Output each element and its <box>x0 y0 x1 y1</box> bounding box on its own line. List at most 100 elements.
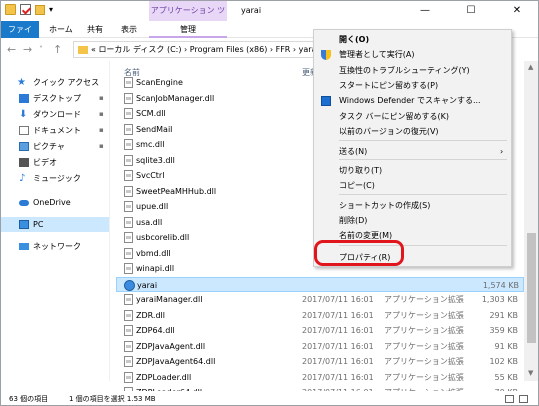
file-size: 91 KB <box>494 341 518 351</box>
file-icon <box>124 356 133 367</box>
folder-icon[interactable] <box>5 4 16 15</box>
nav-onedrive[interactable]: OneDrive <box>1 195 109 210</box>
nav-documents[interactable]: ドキュメント ▪ <box>1 123 109 138</box>
context-menu-label: コピー(C) <box>339 181 375 190</box>
context-menu-item[interactable]: タスク バーにピン留めする(K) <box>314 109 511 125</box>
file-type: アプリケーション拡張 <box>384 372 464 382</box>
scroll-thumb[interactable] <box>527 233 536 343</box>
file-name: ZDPLoader.dll <box>136 372 192 382</box>
file-name: sqlite3.dll <box>136 155 175 165</box>
up-arrow-icon[interactable]: ↑ <box>53 43 62 56</box>
download-icon: ⬇ <box>19 109 28 120</box>
table-row[interactable]: ZDP64.dll 2017/07/11 16:01 アプリケーション拡張 359 K… <box>116 323 524 338</box>
file-name: ZDPJavaAgent64.dll <box>136 357 216 366</box>
nav-pc[interactable]: PC <box>1 217 109 232</box>
file-icon <box>124 170 133 181</box>
context-menu-item[interactable]: ショートカットの作成(S) <box>314 198 511 214</box>
recent-dropdown-icon[interactable]: ˅ <box>39 45 43 54</box>
context-menu-item[interactable]: 管理者として実行(A) <box>314 47 511 63</box>
context-menu-item[interactable]: スタートにピン留めする(P) <box>314 78 511 94</box>
file-date: 2017/07/11 16:01 <box>302 326 374 335</box>
context-menu-item[interactable]: 削除(D) <box>314 213 511 229</box>
context-tab-app-tools: アプリケーション ツール <box>149 1 227 35</box>
menu-separator <box>339 140 507 141</box>
window-controls: — ☐ ✕ <box>402 1 538 21</box>
file-date: 2017/07/11 16:01 <box>302 310 374 320</box>
table-row[interactable]: yaraiManager.dll 2017/07/11 16:01 アプリケーション… <box>116 292 524 307</box>
context-menu-label: 切り取り(T) <box>339 166 383 175</box>
maximize-button[interactable]: ☐ <box>448 1 494 21</box>
close-button[interactable]: ✕ <box>494 1 538 21</box>
music-icon: ♪ <box>19 173 26 184</box>
nav-music[interactable]: ♪ ミュージック <box>1 171 109 186</box>
nav-network[interactable]: ネットワーク <box>1 239 109 254</box>
nav-pictures[interactable]: ピクチャ ▪ <box>1 139 109 154</box>
scroll-up-icon[interactable]: ▲ <box>528 63 533 71</box>
menu-separator <box>339 159 507 160</box>
table-row[interactable]: ZDPJavaAgent64.dll 2017/07/11 16:01 アプリケーシ… <box>116 354 524 369</box>
vertical-scrollbar[interactable]: ▲ ▼ <box>524 61 538 381</box>
file-date: 2017/07/11 16:01 <box>302 341 374 351</box>
context-menu-item[interactable]: 互換性のトラブルシューティング(Y) <box>314 63 511 79</box>
minimize-button[interactable]: — <box>402 1 448 21</box>
address-bar[interactable]: « ローカル ディスク (C:) › Program Files (x86) ›… <box>73 41 323 58</box>
context-menu-item[interactable]: 切り取り(T) <box>314 163 511 179</box>
nav-quick-access[interactable]: ★ クイック アクセス <box>1 75 109 90</box>
document-icon <box>19 126 29 135</box>
forward-arrow-icon[interactable]: → <box>23 43 32 56</box>
tab-share[interactable]: 共有 <box>81 21 109 38</box>
context-menu-item[interactable]: 送る(N) › <box>314 144 511 160</box>
file-name: ScanEngine <box>136 78 183 87</box>
address-path: « ローカル ディスク (C:) › Program Files (x86) ›… <box>91 45 319 54</box>
new-folder-icon[interactable] <box>35 4 45 15</box>
context-menu-item[interactable]: 以前のバージョンの復元(V) <box>314 124 511 140</box>
context-menu-label: 互換性のトラブルシューティング(Y) <box>339 66 470 75</box>
file-icon <box>124 154 133 166</box>
tab-view[interactable]: 表示 <box>115 21 143 38</box>
video-icon <box>19 158 29 167</box>
context-menu-item[interactable]: 開く(O) <box>314 32 511 48</box>
nav-downloads[interactable]: ⬇ ダウンロード ▪ <box>1 107 109 122</box>
context-menu-item[interactable]: Windows Defender でスキャンする... <box>314 93 511 109</box>
item-count: 63 個の項目 <box>9 395 49 403</box>
table-row[interactable]: ZDR.dll 2017/07/11 16:01 アプリケーション拡張 291 KB <box>116 308 524 323</box>
file-type: アプリケーション拡張 <box>384 341 464 351</box>
file-icon <box>124 294 133 305</box>
scroll-down-icon[interactable]: ▼ <box>528 369 533 377</box>
file-name: yaraiManager.dll <box>136 295 203 304</box>
file-name: upue.dll <box>136 202 169 211</box>
back-arrow-icon[interactable]: ← <box>7 43 16 56</box>
file-icon <box>124 371 133 383</box>
file-icon <box>124 263 133 274</box>
file-date: 2017/07/11 16:01 <box>302 357 374 366</box>
nav-desktop[interactable]: デスクトップ ▪ <box>1 91 109 106</box>
large-icons-view-icon[interactable] <box>519 395 528 403</box>
tab-home[interactable]: ホーム <box>43 21 79 38</box>
tab-file[interactable]: ファイル <box>1 21 39 51</box>
file-icon <box>124 325 133 336</box>
context-menu-label: Windows Defender でスキャンする... <box>339 96 481 105</box>
context-menu: 開く(O) 管理者として実行(A) 互換性のトラブルシューティング(Y) スタートにピ… <box>313 29 512 267</box>
file-icon <box>124 185 133 197</box>
tab-manage[interactable]: 管理 <box>149 21 227 38</box>
table-row[interactable]: yarai 1,574 KB <box>116 276 524 292</box>
file-name: SCM.dll <box>136 109 166 118</box>
file-name: smc.dll <box>136 140 165 149</box>
context-menu-label: ショートカットの作成(S) <box>339 201 431 210</box>
details-view-icon[interactable] <box>505 395 514 403</box>
context-menu-label: 送る(N) <box>339 147 368 156</box>
table-row[interactable]: ZDPLoader.dll 2017/07/11 16:01 アプリケーション拡張 5… <box>116 370 524 385</box>
file-name: yarai <box>137 280 158 290</box>
context-menu-label: 削除(D) <box>339 216 368 225</box>
context-menu-label: スタートにピン留めする(P) <box>339 81 439 90</box>
context-menu-item[interactable]: コピー(C) <box>314 178 511 194</box>
customize-toolbar-icon[interactable]: ▾ <box>49 4 57 15</box>
table-row[interactable]: ZDPJavaAgent.dll 2017/07/11 16:01 アプリケーション… <box>116 339 524 354</box>
properties-icon[interactable] <box>20 4 31 15</box>
file-icon <box>124 77 133 88</box>
file-type: アプリケーション拡張 <box>384 310 464 320</box>
shield-icon <box>321 50 331 60</box>
context-menu-label: 開く(O) <box>339 35 370 44</box>
file-name: ZDR.dll <box>136 310 165 320</box>
nav-videos[interactable]: ビデオ <box>1 155 109 170</box>
